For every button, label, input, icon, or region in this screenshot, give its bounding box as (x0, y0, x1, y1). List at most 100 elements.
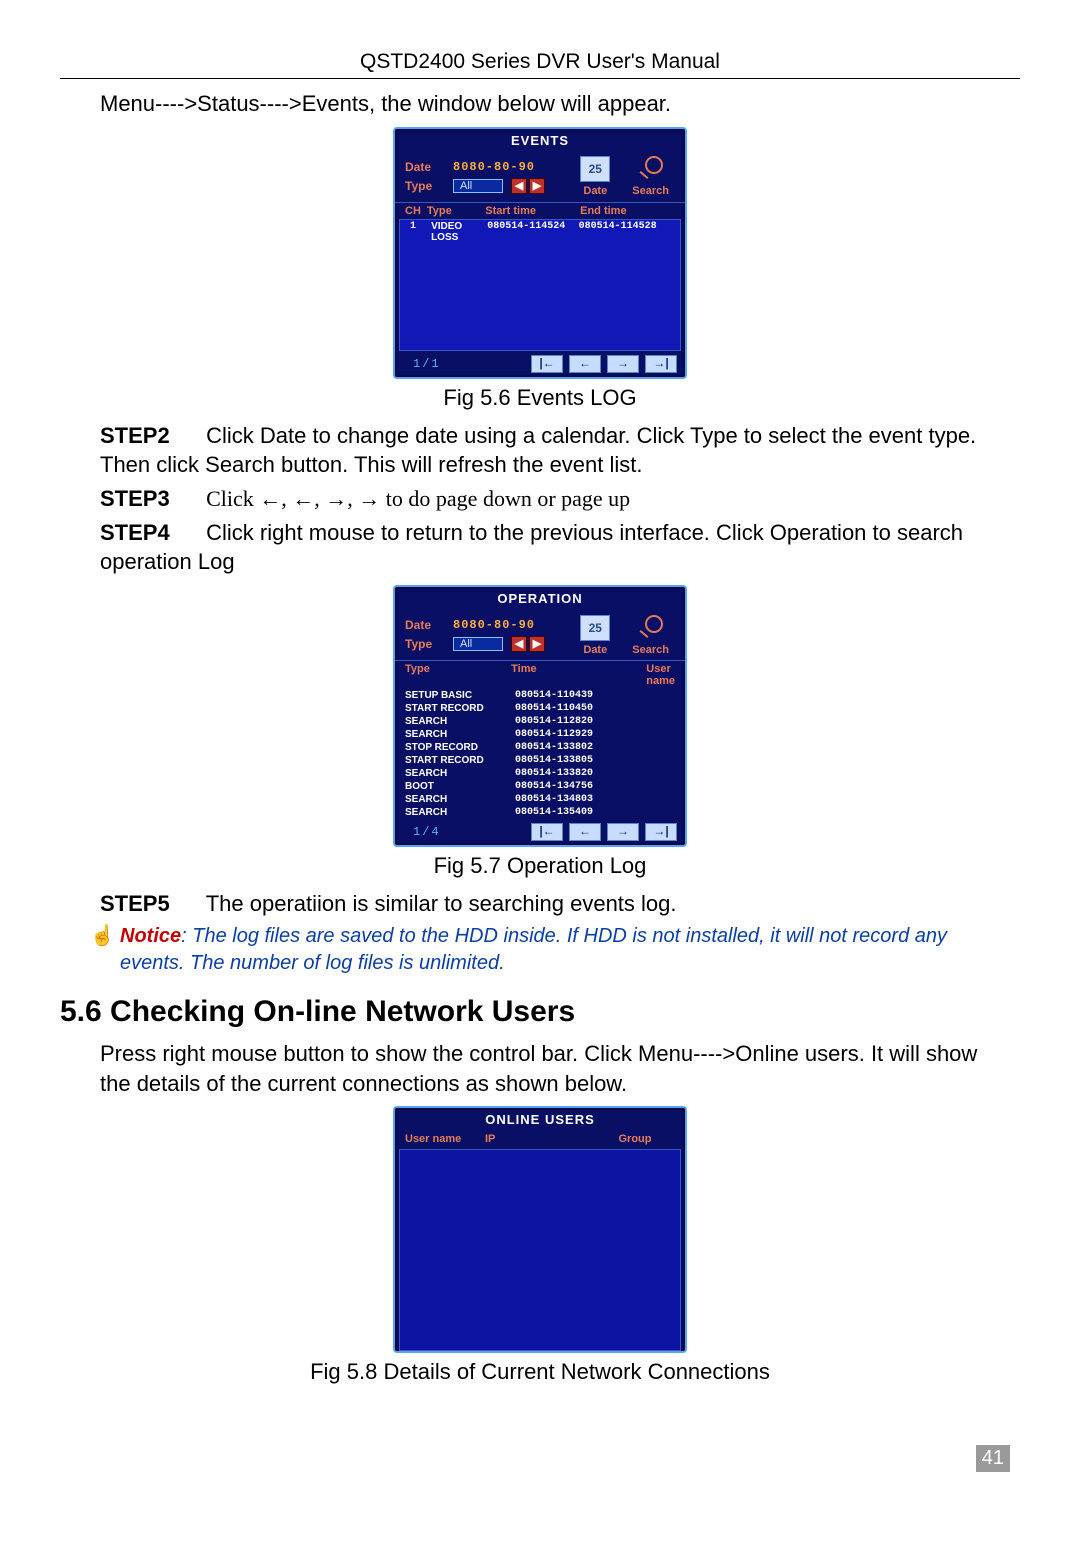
operation-cell-type: BOOT (405, 781, 515, 792)
step3-text: to do page down or page up (386, 486, 630, 511)
fig-5-7-caption: Fig 5.7 Operation Log (60, 853, 1020, 879)
operation-date-label: Date (405, 618, 445, 632)
section-5-6-body: Press right mouse button to show the con… (100, 1039, 980, 1098)
online-col-group: Group (595, 1133, 675, 1145)
events-page-indicator: 1/1 (413, 357, 525, 371)
operation-date-value[interactable]: 8080-80-90 (453, 618, 535, 632)
events-col-type: Type (427, 205, 485, 217)
spinner-left-icon[interactable]: ◀ (511, 636, 527, 652)
fig-5-6-caption: Fig 5.6 Events LOG (60, 385, 1020, 411)
events-col-ch: CH (405, 205, 427, 217)
operation-search-button[interactable] (637, 615, 665, 641)
events-type-select[interactable]: All (453, 179, 503, 193)
nav-prev-button[interactable]: ← (569, 823, 601, 841)
operation-row[interactable]: SETUP BASIC080514-110439 (395, 689, 685, 702)
operation-cell-time: 080514-110439 (515, 690, 655, 701)
events-calendar-button[interactable]: 25 (580, 156, 610, 182)
operation-cell-time: 080514-135409 (515, 807, 655, 818)
page-number-box: 41 (60, 1445, 1020, 1472)
operation-cell-type: SEARCH (405, 794, 515, 805)
operation-row[interactable]: SEARCH080514-112929 (395, 728, 685, 741)
operation-title: OPERATION (395, 587, 685, 608)
step5-text: The operatiion is similar to searching e… (206, 891, 677, 916)
intro-text: Menu---->Status---->Events, the window b… (100, 89, 980, 119)
nav-next-button[interactable]: → (607, 355, 639, 373)
events-calendar-caption: Date (580, 185, 610, 197)
operation-row[interactable]: START RECORD080514-133805 (395, 754, 685, 767)
operation-calendar-button[interactable]: 25 (580, 615, 610, 641)
operation-cell-time: 080514-112820 (515, 716, 655, 727)
operation-cell-user (655, 807, 675, 818)
events-date-value[interactable]: 8080-80-90 (453, 160, 535, 174)
nav-last-button[interactable]: →| (645, 355, 677, 373)
operation-cell-user (655, 742, 675, 753)
operation-cell-time: 080514-112929 (515, 729, 655, 740)
operation-cell-time: 080514-133805 (515, 755, 655, 766)
nav-first-button[interactable]: |← (531, 355, 563, 373)
events-cell-end: 080514-114528 (579, 221, 670, 243)
operation-cell-user (655, 703, 675, 714)
operation-cell-type: SEARCH (405, 716, 515, 727)
operation-row[interactable]: SEARCH080514-135409 (395, 806, 685, 819)
online-title: ONLINE USERS (395, 1108, 685, 1129)
events-row[interactable]: 1 VIDEO LOSS 080514-114524 080514-114528 (400, 220, 680, 244)
hand-pointer-icon: ☝ (90, 923, 115, 950)
step2-label: STEP2 (100, 421, 200, 451)
operation-cell-user (655, 690, 675, 701)
operation-row[interactable]: START RECORD080514-110450 (395, 702, 685, 715)
operation-cell-user (655, 768, 675, 779)
events-title: EVENTS (395, 129, 685, 150)
online-col-user: User name (405, 1133, 485, 1145)
operation-type-label: Type (405, 637, 445, 651)
operation-col-user: User name (646, 663, 675, 687)
operation-type-spinner[interactable]: ◀ ▶ (511, 636, 545, 652)
operation-cell-time: 080514-110450 (515, 703, 655, 714)
operation-cell-time: 080514-134756 (515, 781, 655, 792)
events-col-start: Start time (485, 205, 580, 217)
step5-label: STEP5 (100, 889, 200, 919)
operation-row[interactable]: BOOT080514-134756 (395, 780, 685, 793)
step3-arrows: Click ←, ←, →, → (206, 486, 386, 511)
nav-prev-button[interactable]: ← (569, 355, 601, 373)
operation-cell-type: START RECORD (405, 703, 515, 714)
operation-row[interactable]: SEARCH080514-134803 (395, 793, 685, 806)
doc-header-title: QSTD2400 Series DVR User's Manual (60, 50, 1020, 79)
step3-label: STEP3 (100, 484, 200, 514)
page-number: 41 (976, 1445, 1010, 1472)
operation-cell-user (655, 755, 675, 766)
events-window: EVENTS Date 8080-80-90 Type All ◀ ▶ (393, 127, 687, 379)
step2-text: Click Date to change date using a calend… (100, 423, 976, 478)
nav-next-button[interactable]: → (607, 823, 639, 841)
online-users-window: ONLINE USERS User name IP Group (393, 1106, 687, 1353)
events-search-caption: Search (632, 185, 669, 197)
operation-row[interactable]: SEARCH080514-112820 (395, 715, 685, 728)
operation-cell-user (655, 716, 675, 727)
spinner-right-icon[interactable]: ▶ (529, 636, 545, 652)
operation-cell-type: SEARCH (405, 768, 515, 779)
operation-cell-time: 080514-133802 (515, 742, 655, 753)
events-cell-type: VIDEO LOSS (431, 221, 487, 243)
events-type-spinner[interactable]: ◀ ▶ (511, 178, 545, 194)
operation-cell-type: SEARCH (405, 807, 515, 818)
nav-first-button[interactable]: |← (531, 823, 563, 841)
notice-label: Notice (120, 925, 181, 947)
spinner-right-icon[interactable]: ▶ (529, 178, 545, 194)
operation-cell-user (655, 729, 675, 740)
operation-window: OPERATION Date 8080-80-90 Type All ◀ ▶ (393, 585, 687, 847)
events-search-button[interactable] (637, 156, 665, 182)
operation-col-time: Time (511, 663, 646, 687)
events-col-end: End time (580, 205, 675, 217)
events-date-label: Date (405, 160, 445, 174)
operation-row[interactable]: STOP RECORD080514-133802 (395, 741, 685, 754)
operation-cell-type: START RECORD (405, 755, 515, 766)
section-5-6-heading: 5.6 Checking On-line Network Users (60, 995, 1020, 1029)
magnifier-icon (645, 615, 663, 633)
operation-cell-user (655, 794, 675, 805)
operation-type-select[interactable]: All (453, 637, 503, 651)
notice-text: : The log files are saved to the HDD ins… (120, 925, 947, 974)
spinner-left-icon[interactable]: ◀ (511, 178, 527, 194)
nav-last-button[interactable]: →| (645, 823, 677, 841)
operation-row[interactable]: SEARCH080514-133820 (395, 767, 685, 780)
operation-cell-time: 080514-134803 (515, 794, 655, 805)
notice-block: ☝ Notice: The log files are saved to the… (120, 923, 980, 977)
